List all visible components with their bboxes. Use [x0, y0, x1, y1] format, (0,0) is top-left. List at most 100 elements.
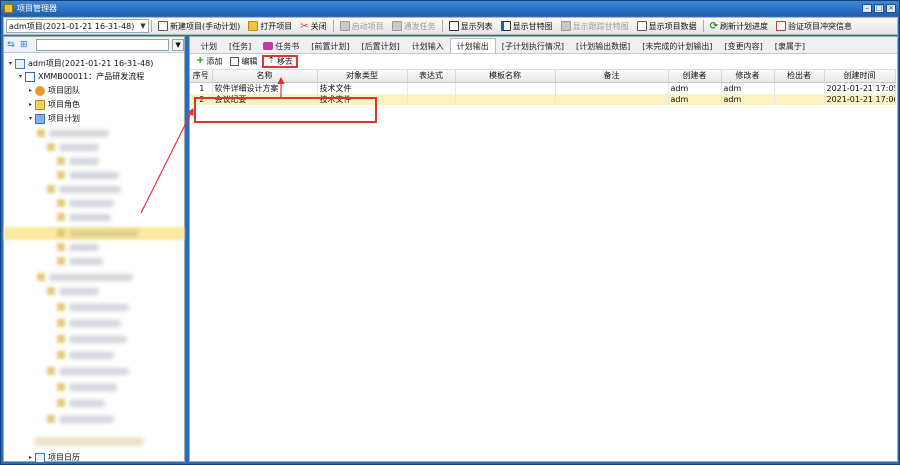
- blurred-node-icon: [47, 143, 55, 151]
- show-list-button[interactable]: 显示列表: [445, 18, 497, 34]
- start-project-button[interactable]: 启动项目: [336, 18, 388, 34]
- start-icon: [339, 21, 350, 31]
- tree-node-team[interactable]: ▸ 项目团队: [26, 84, 80, 97]
- tree-node-flow[interactable]: ▾ XMMB00011：产品研发流程: [16, 70, 144, 83]
- tree-node-role[interactable]: ▸ 项目角色: [26, 98, 80, 111]
- tab-label: 计划输出: [456, 41, 489, 51]
- blurred-node-text: [69, 214, 111, 221]
- remove-label: 移去: [276, 57, 293, 66]
- add-button[interactable]: + 添加: [193, 55, 225, 68]
- blurred-node-text: [69, 200, 114, 207]
- close-project-button[interactable]: ✂ 关闭: [296, 18, 330, 34]
- tree-search-input[interactable]: [35, 38, 170, 51]
- send-task-button[interactable]: 通发任务: [388, 18, 440, 34]
- col-header[interactable]: 名称: [212, 70, 318, 83]
- tab-change-content[interactable]: [变更内容]: [719, 39, 769, 53]
- table-row[interactable]: 1 软件详细设计方案 技术文件 adm adm 2021-01-21 17:05: [190, 82, 896, 94]
- blurred-node-icon: [57, 171, 65, 179]
- tab-task-book[interactable]: 任务书: [257, 39, 305, 53]
- tab-label: 计划输入: [411, 41, 444, 51]
- cell-name: 会议纪要: [212, 93, 318, 105]
- table-row-selected[interactable]: 2 会议纪要 技术文件 adm adm 2021-01-21 17:06: [190, 93, 896, 105]
- refresh-progress-button[interactable]: ⟳ 刷新计划进度: [706, 18, 772, 34]
- tab-output-data[interactable]: [计划输出数据]: [570, 39, 636, 53]
- toolbar-divider: [702, 20, 704, 32]
- output-actions: + 添加 编辑 ⇡ 移去: [190, 54, 897, 70]
- blurred-node-icon: [47, 367, 55, 375]
- tab-belongs-to[interactable]: [隶属于]: [769, 39, 811, 53]
- show-project-data-button[interactable]: 显示项目数据: [633, 18, 701, 34]
- col-header[interactable]: 表达式: [407, 70, 456, 83]
- collapse-icon[interactable]: ▾: [6, 60, 15, 67]
- collapse-icon[interactable]: ▾: [26, 115, 35, 122]
- tab-label: [未完成的计划输出]: [642, 41, 713, 51]
- gantt-icon: [500, 21, 511, 31]
- show-tracking-gantt-label: 显示跟踪甘特图: [572, 21, 629, 31]
- blurred-node-icon: [57, 303, 65, 311]
- col-header[interactable]: 对象类型: [317, 70, 408, 83]
- maximize-icon[interactable]: □: [874, 4, 884, 13]
- cell-checkout: [774, 82, 825, 94]
- tab-task[interactable]: [任务]: [223, 39, 257, 53]
- col-header[interactable]: 创建时间: [824, 70, 896, 83]
- expand-icon[interactable]: ▸: [26, 101, 35, 108]
- show-list-label: 显示列表: [460, 21, 493, 31]
- refresh-progress-label: 刷新计划进度: [720, 21, 769, 31]
- col-header[interactable]: 创建者: [668, 70, 722, 83]
- cell-time: 2021-01-21 17:05: [824, 82, 896, 94]
- tab-label: [隶属于]: [774, 41, 805, 51]
- expand-icon[interactable]: ▸: [26, 87, 35, 94]
- minimize-icon[interactable]: –: [862, 4, 872, 13]
- team-icon: [35, 85, 45, 96]
- col-header[interactable]: 修改者: [721, 70, 775, 83]
- sync-icon[interactable]: ⇆: [6, 40, 16, 50]
- verify-conflict-button[interactable]: 验证项目冲突信息: [772, 18, 856, 34]
- show-gantt-label: 显示甘特图: [512, 21, 553, 31]
- tree-node-plan[interactable]: ▾ 项目计划: [26, 112, 80, 125]
- tab-plan[interactable]: 计划: [195, 39, 223, 53]
- expand-icon[interactable]: ▸: [26, 454, 35, 461]
- col-header[interactable]: 备注: [555, 70, 669, 83]
- col-header[interactable]: 检出者: [774, 70, 825, 83]
- detail-tabs: 计划 [任务] 任务书 [前置计划] [后置计划] 计划输入 计划输出 [子计划…: [190, 37, 897, 54]
- collapse-icon[interactable]: ▾: [16, 73, 25, 80]
- toolbar-divider: [332, 20, 334, 32]
- remove-button[interactable]: ⇡ 移去: [262, 55, 298, 68]
- show-gantt-button[interactable]: 显示甘特图: [497, 18, 557, 34]
- project-select[interactable]: adm项目(2021-01-21 16-31-48) ▼: [6, 19, 149, 33]
- blurred-node-text: [59, 288, 99, 295]
- col-header[interactable]: 序号: [190, 70, 213, 83]
- tree-toolbar: ⇆ ⊞ ▼: [4, 37, 184, 53]
- cell-modifier: adm: [721, 82, 775, 94]
- tree-node-root[interactable]: ▾ adm项目(2021-01-21 16-31-48): [6, 57, 153, 70]
- tree-node-calendar[interactable]: ▸ 项目日历: [26, 451, 80, 464]
- remove-icon: ⇡: [267, 56, 275, 66]
- tab-label: 任务书: [275, 41, 300, 51]
- new-project-button[interactable]: 新建项目(手动计划): [154, 18, 244, 34]
- tracking-gantt-icon: [560, 21, 571, 31]
- search-dropdown-icon[interactable]: ▼: [172, 38, 184, 51]
- list-icon: [448, 21, 459, 31]
- refresh-icon: ⟳: [709, 20, 719, 32]
- tab-predecessor[interactable]: [前置计划]: [305, 39, 355, 53]
- blurred-node-icon: [47, 185, 55, 193]
- tab-successor[interactable]: [后置计划]: [356, 39, 406, 53]
- add-icon: +: [196, 55, 205, 66]
- app-icon: [4, 4, 13, 13]
- tab-subplan-status[interactable]: [子计划执行情况]: [496, 39, 570, 53]
- tab-plan-input[interactable]: 计划输入: [406, 39, 450, 53]
- close-project-label: 关闭: [310, 21, 327, 31]
- show-tracking-gantt-button[interactable]: 显示跟踪甘特图: [557, 18, 633, 34]
- tab-unfinished-output[interactable]: [未完成的计划输出]: [636, 39, 718, 53]
- edit-button[interactable]: 编辑: [227, 55, 260, 68]
- blurred-node-text: [69, 258, 103, 265]
- col-header[interactable]: 模板名称: [455, 70, 556, 83]
- title-bar: 项目管理器 – □ ×: [1, 1, 899, 16]
- tab-plan-output[interactable]: 计划输出: [449, 38, 496, 53]
- close-window-icon[interactable]: ×: [886, 4, 896, 13]
- open-project-button[interactable]: 打开项目: [244, 18, 296, 34]
- tree-expand-icon[interactable]: ⊞: [19, 40, 29, 50]
- role-icon: [35, 99, 45, 110]
- blurred-node-text: [59, 416, 114, 423]
- blurred-node-text: [69, 158, 99, 165]
